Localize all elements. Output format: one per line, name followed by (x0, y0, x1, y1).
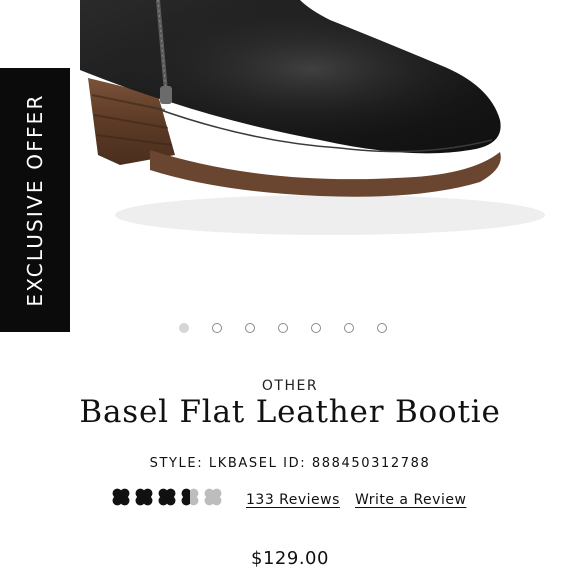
product-style-id: STYLE: LKBASEL ID: 888450312788 (149, 456, 431, 471)
rating-row: 133 Reviews Write a Review (0, 486, 580, 514)
clover-icon (204, 488, 222, 506)
product-title: Basel Flat Leather Bootie (79, 394, 501, 430)
carousel-dot[interactable] (245, 323, 255, 333)
clover-icon (158, 488, 176, 506)
clover-icon (112, 488, 130, 506)
exclusive-offer-label: EXCLUSIVE OFFER (23, 93, 47, 307)
carousel-dot[interactable] (311, 323, 321, 333)
carousel-dot[interactable] (212, 323, 222, 333)
exclusive-offer-badge: EXCLUSIVE OFFER (0, 68, 70, 332)
write-review-link[interactable]: Write a Review (355, 492, 466, 508)
clover-icon (181, 488, 199, 506)
carousel-dot[interactable] (179, 323, 189, 333)
product-image-area[interactable] (0, 0, 580, 318)
clover-icon (135, 488, 153, 506)
rating-clovers[interactable] (110, 486, 224, 508)
reviews-count-link[interactable]: 133 Reviews (246, 492, 340, 508)
carousel-dot[interactable] (344, 323, 354, 333)
product-price: $129.00 (251, 548, 329, 569)
carousel-dot[interactable] (278, 323, 288, 333)
product-image-boot (80, 0, 545, 235)
carousel-dot[interactable] (377, 323, 387, 333)
product-brand: OTHER (261, 378, 319, 394)
carousel-pagination[interactable] (179, 323, 387, 333)
